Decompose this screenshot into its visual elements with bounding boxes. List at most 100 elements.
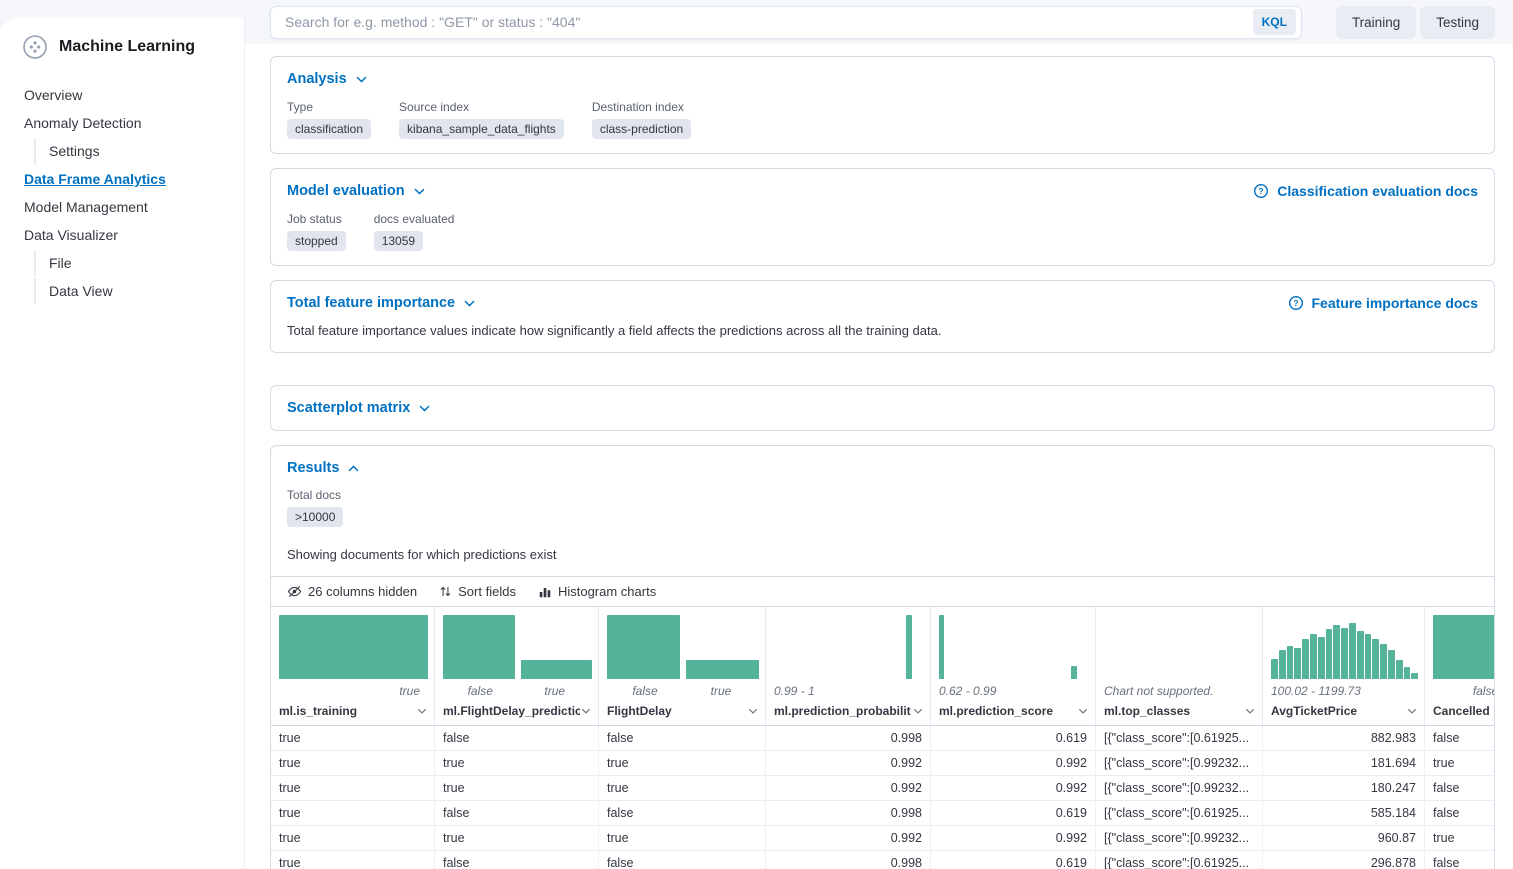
- chevron-down-icon[interactable]: [1077, 705, 1089, 717]
- table-cell[interactable]: 0.992: [766, 751, 931, 775]
- table-cell[interactable]: 0.992: [766, 826, 931, 850]
- scatterplot-matrix-title: Scatterplot matrix: [287, 400, 410, 416]
- table-cell[interactable]: false: [599, 801, 766, 825]
- table-cell[interactable]: false: [599, 726, 766, 750]
- model-evaluation-panel: Model evaluation ? Classification evalua…: [270, 168, 1495, 266]
- column-header-ml.FlightDelay_predictic[interactable]: falsetrue ml.FlightDelay_predictic: [435, 607, 599, 725]
- table-cell[interactable]: 180.247: [1263, 776, 1425, 800]
- field-job-status: Job status stopped: [287, 212, 346, 251]
- chevron-down-icon[interactable]: [580, 705, 592, 717]
- table-cell[interactable]: true: [271, 726, 435, 750]
- table-cell[interactable]: true: [599, 776, 766, 800]
- table-cell[interactable]: 882.983: [1263, 726, 1425, 750]
- search-input[interactable]: [283, 13, 1253, 31]
- table-cell[interactable]: true: [271, 851, 435, 869]
- table-cell[interactable]: false: [1425, 726, 1494, 750]
- grid-body: truefalsefalse0.9980.619[{"class_score":…: [271, 726, 1494, 869]
- results-panel: Results Total docs >10000 Showing docume…: [270, 445, 1495, 869]
- table-cell[interactable]: 0.998: [766, 801, 931, 825]
- feature-importance-docs-link[interactable]: ? Feature importance docs: [1288, 295, 1479, 311]
- table-cell[interactable]: 181.694: [1263, 751, 1425, 775]
- table-cell[interactable]: [{"class_score":[0.99232...: [1096, 776, 1263, 800]
- table-cell[interactable]: [{"class_score":[0.99232...: [1096, 751, 1263, 775]
- table-cell[interactable]: true: [1425, 826, 1494, 850]
- table-cell[interactable]: 0.619: [931, 726, 1096, 750]
- table-cell[interactable]: [{"class_score":[0.61925...: [1096, 801, 1263, 825]
- chevron-down-icon[interactable]: [1244, 705, 1256, 717]
- table-cell[interactable]: [{"class_score":[0.61925...: [1096, 726, 1263, 750]
- analysis-section-toggle[interactable]: Analysis: [287, 71, 368, 87]
- table-cell[interactable]: false: [1425, 851, 1494, 869]
- table-cell[interactable]: true: [599, 751, 766, 775]
- table-cell[interactable]: false: [599, 851, 766, 869]
- sidebar: Machine Learning OverviewAnomaly Detecti…: [0, 18, 245, 869]
- table-cell[interactable]: 296.878: [1263, 851, 1425, 869]
- sidebar-item-settings[interactable]: Settings: [34, 138, 244, 164]
- table-cell[interactable]: 585.184: [1263, 801, 1425, 825]
- table-row: truetruetrue0.9920.992[{"class_score":[0…: [271, 751, 1494, 776]
- table-cell[interactable]: true: [271, 776, 435, 800]
- column-header-FlightDelay[interactable]: falsetrueFlightDelay: [599, 607, 766, 725]
- table-cell[interactable]: true: [435, 751, 599, 775]
- table-cell[interactable]: false: [435, 726, 599, 750]
- histogram-chart: [279, 615, 428, 679]
- classification-evaluation-docs-link[interactable]: ? Classification evaluation docs: [1253, 183, 1478, 199]
- table-cell[interactable]: false: [1425, 801, 1494, 825]
- table-cell[interactable]: true: [271, 751, 435, 775]
- model-evaluation-section-toggle[interactable]: Model evaluation: [287, 183, 426, 199]
- histogram-charts-button[interactable]: Histogram charts: [538, 584, 656, 599]
- sidebar-item-overview[interactable]: Overview: [0, 82, 244, 108]
- sort-fields-button[interactable]: Sort fields: [439, 584, 516, 599]
- table-cell[interactable]: true: [271, 801, 435, 825]
- column-header-ml.prediction_probabilit[interactable]: 0.99 - 1ml.prediction_probabilit: [766, 607, 931, 725]
- histogram-label: falsetrue: [443, 684, 592, 700]
- table-cell[interactable]: true: [435, 776, 599, 800]
- results-section-toggle[interactable]: Results: [287, 460, 360, 476]
- table-cell[interactable]: 0.992: [931, 776, 1096, 800]
- chevron-up-icon: [347, 462, 360, 475]
- table-cell[interactable]: 0.992: [766, 776, 931, 800]
- sidebar-item-data-frame-analytics[interactable]: Data Frame Analytics: [0, 166, 244, 192]
- column-name: AvgTicketPrice: [1271, 704, 1357, 718]
- chevron-down-icon[interactable]: [912, 705, 924, 717]
- table-cell[interactable]: false: [1425, 776, 1494, 800]
- sidebar-item-model-management[interactable]: Model Management: [0, 194, 244, 220]
- column-header-ml.prediction_score[interactable]: 0.62 - 0.99ml.prediction_score: [931, 607, 1096, 725]
- feature-importance-section-toggle[interactable]: Total feature importance: [287, 295, 476, 311]
- column-header-Cancelled[interactable]: falseCancelled: [1425, 607, 1494, 725]
- columns-hidden-button[interactable]: 26 columns hidden: [287, 584, 417, 599]
- sidebar-item-anomaly-detection[interactable]: Anomaly Detection: [0, 110, 244, 136]
- scatterplot-matrix-section-toggle[interactable]: Scatterplot matrix: [287, 400, 431, 416]
- table-cell[interactable]: [{"class_score":[0.99232...: [1096, 826, 1263, 850]
- table-cell[interactable]: 0.619: [931, 851, 1096, 869]
- sidebar-item-data-visualizer[interactable]: Data Visualizer: [0, 222, 244, 248]
- chevron-down-icon[interactable]: [1406, 705, 1418, 717]
- table-cell[interactable]: true: [1425, 751, 1494, 775]
- table-cell[interactable]: 960.87: [1263, 826, 1425, 850]
- column-name: ml.FlightDelay_predictic: [443, 704, 580, 718]
- column-header-ml.top_classes[interactable]: Chart not supported.ml.top_classes: [1096, 607, 1263, 725]
- table-cell[interactable]: [{"class_score":[0.61925...: [1096, 851, 1263, 869]
- help-icon: ?: [1288, 295, 1304, 311]
- histogram-label: Chart not supported.: [1104, 684, 1256, 700]
- histogram-chart: [939, 615, 1089, 679]
- sidebar-item-file[interactable]: File: [34, 250, 244, 276]
- kql-button[interactable]: KQL: [1253, 9, 1296, 35]
- training-button[interactable]: Training: [1336, 6, 1416, 39]
- table-cell[interactable]: true: [435, 826, 599, 850]
- column-header-AvgTicketPrice[interactable]: 100.02 - 1199.73AvgTicketPrice: [1263, 607, 1425, 725]
- chevron-down-icon[interactable]: [747, 705, 759, 717]
- table-cell[interactable]: 0.998: [766, 726, 931, 750]
- table-cell[interactable]: 0.998: [766, 851, 931, 869]
- sidebar-item-data-view[interactable]: Data View: [34, 278, 244, 304]
- table-cell[interactable]: false: [435, 801, 599, 825]
- table-cell[interactable]: 0.992: [931, 751, 1096, 775]
- table-cell[interactable]: 0.619: [931, 801, 1096, 825]
- table-cell[interactable]: true: [271, 826, 435, 850]
- column-header-ml.is_training[interactable]: trueml.is_training: [271, 607, 435, 725]
- table-cell[interactable]: 0.992: [931, 826, 1096, 850]
- chevron-down-icon[interactable]: [416, 705, 428, 717]
- testing-button[interactable]: Testing: [1420, 6, 1495, 39]
- table-cell[interactable]: true: [599, 826, 766, 850]
- table-cell[interactable]: false: [435, 851, 599, 869]
